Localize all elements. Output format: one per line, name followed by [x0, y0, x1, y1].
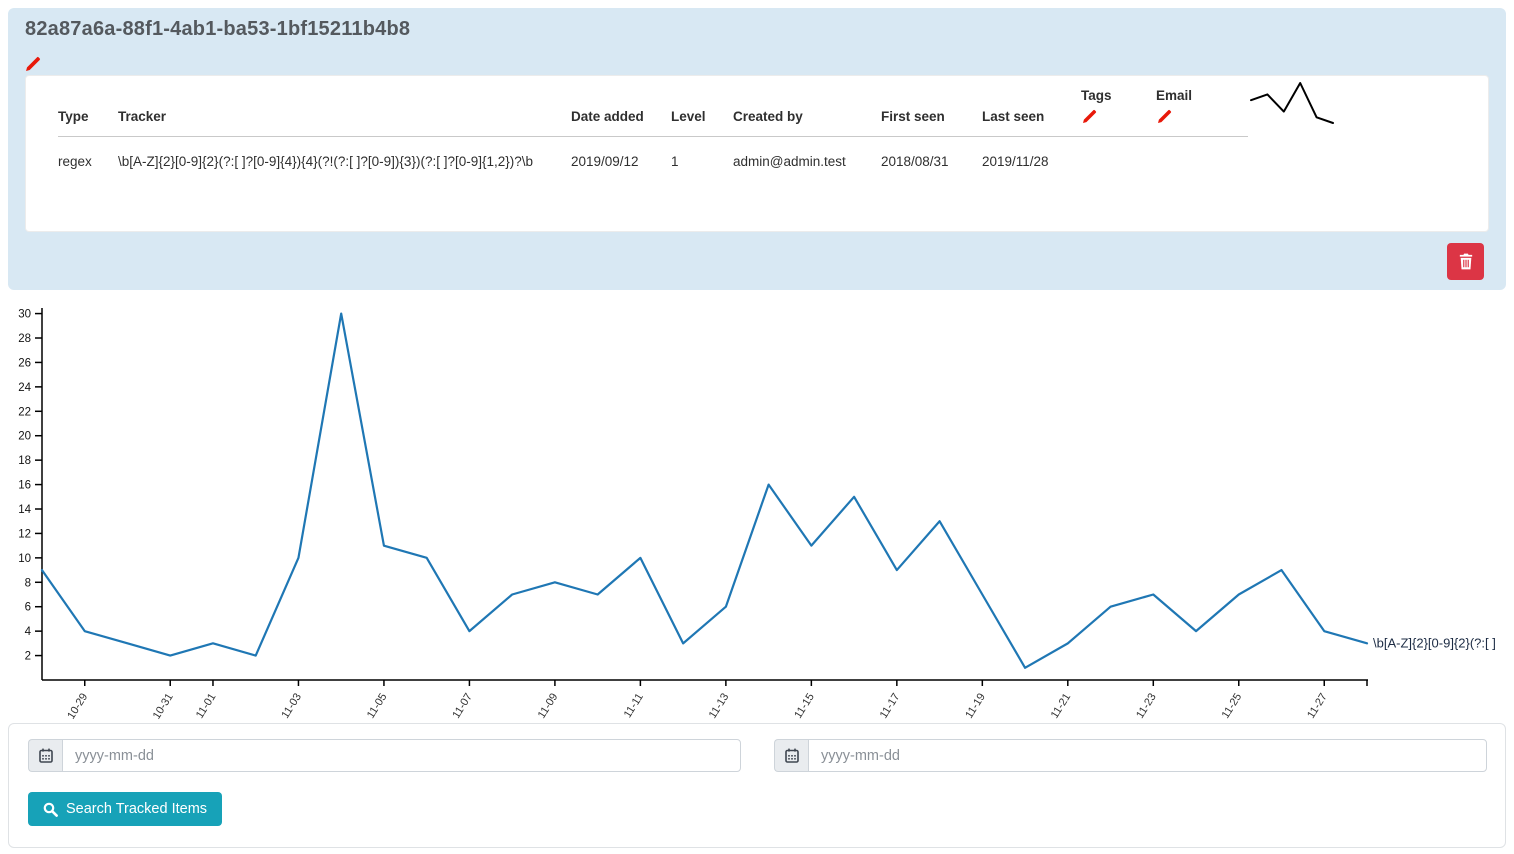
cell-last-seen: 2019/11/28: [982, 137, 1081, 174]
col-header-last-seen: Last seen: [982, 88, 1081, 137]
col-header-tags: Tags: [1081, 88, 1156, 137]
svg-text:10-31: 10-31: [151, 691, 176, 721]
svg-text:26: 26: [18, 357, 31, 369]
svg-text:16: 16: [18, 480, 31, 492]
svg-text:10-29: 10-29: [65, 691, 90, 721]
pencil-icon: [1157, 108, 1173, 124]
svg-text:14: 14: [18, 504, 31, 516]
table-header-row: Type Tracker Date added Level Created by…: [58, 88, 1248, 137]
svg-text:2: 2: [25, 651, 31, 663]
col-header-created-by: Created by: [733, 88, 881, 137]
col-header-email: Email: [1156, 88, 1248, 137]
col-header-first-seen: First seen: [881, 88, 982, 137]
trash-icon: [1458, 253, 1474, 270]
email-label: Email: [1156, 88, 1240, 103]
date-to-input[interactable]: [808, 739, 1487, 772]
tracker-table: Type Tracker Date added Level Created by…: [58, 88, 1248, 173]
svg-text:11-09: 11-09: [536, 691, 561, 721]
delete-tracker-button[interactable]: [1447, 243, 1484, 280]
svg-text:11-07: 11-07: [450, 691, 475, 721]
svg-text:22: 22: [18, 406, 31, 418]
calendar-icon: [774, 739, 808, 772]
svg-text:11-19: 11-19: [963, 691, 988, 721]
svg-text:11-21: 11-21: [1049, 691, 1074, 721]
edit-tags-button[interactable]: [1081, 108, 1098, 125]
svg-text:11-27: 11-27: [1305, 691, 1330, 721]
svg-text:28: 28: [18, 333, 31, 345]
col-header-date-added: Date added: [571, 88, 671, 137]
search-tracked-items-button[interactable]: Search Tracked Items: [28, 792, 222, 826]
search-icon: [43, 802, 58, 817]
cell-email: [1156, 137, 1248, 174]
tracker-summary-panel: 82a87a6a-88f1-4ab1-ba53-1bf15211b4b8 Typ…: [8, 8, 1506, 290]
cell-created-by: admin@admin.test: [733, 137, 881, 174]
svg-text:18: 18: [18, 455, 31, 467]
cell-first-seen: 2018/08/31: [881, 137, 982, 174]
svg-text:30: 30: [18, 309, 31, 321]
svg-text:11-13: 11-13: [707, 691, 732, 721]
page-title: 82a87a6a-88f1-4ab1-ba53-1bf15211b4b8: [25, 18, 410, 41]
cell-tags: [1081, 137, 1156, 174]
table-row: regex \b[A-Z]{2}[0-9]{2}(?:[ ]?[0-9]{4})…: [58, 137, 1248, 174]
svg-text:11-17: 11-17: [878, 691, 903, 721]
date-from-group: [28, 739, 741, 772]
edit-email-button[interactable]: [1156, 108, 1173, 125]
activity-sparkline: [1246, 77, 1341, 127]
svg-text:24: 24: [18, 382, 31, 394]
col-header-level: Level: [671, 88, 733, 137]
svg-text:11-23: 11-23: [1134, 691, 1159, 721]
tracked-items-chart-svg: 2468101214161820222426283010-2910-3111-0…: [0, 298, 1514, 722]
date-to-group: [774, 739, 1487, 772]
calendar-icon: [28, 739, 62, 772]
cell-tracker: \b[A-Z]{2}[0-9]{2}(?:[ ]?[0-9]{4}){4}(?!…: [118, 137, 571, 174]
svg-text:4: 4: [25, 626, 32, 638]
svg-text:\b[A-Z]{2}[0-9]{2}(?:[ ]: \b[A-Z]{2}[0-9]{2}(?:[ ]: [1373, 635, 1496, 650]
search-button-label: Search Tracked Items: [66, 801, 207, 817]
cell-date-added: 2019/09/12: [571, 137, 671, 174]
edit-title-button[interactable]: [24, 55, 42, 73]
tracker-card: Type Tracker Date added Level Created by…: [25, 75, 1489, 232]
svg-text:11-11: 11-11: [622, 691, 646, 720]
svg-text:12: 12: [18, 528, 31, 540]
svg-text:8: 8: [25, 577, 31, 589]
pencil-icon: [25, 55, 42, 72]
col-header-tracker: Tracker: [118, 88, 571, 137]
svg-text:20: 20: [18, 431, 31, 443]
pencil-icon: [1082, 108, 1098, 124]
search-panel: Search Tracked Items: [8, 723, 1506, 848]
tags-label: Tags: [1081, 88, 1148, 103]
svg-text:6: 6: [25, 602, 31, 614]
tracked-items-chart: 2468101214161820222426283010-2910-3111-0…: [0, 298, 1514, 722]
col-header-type: Type: [58, 88, 118, 137]
svg-text:11-05: 11-05: [365, 691, 390, 721]
cell-type: regex: [58, 137, 118, 174]
svg-text:11-25: 11-25: [1220, 691, 1245, 721]
svg-text:11-15: 11-15: [792, 691, 817, 721]
svg-text:10: 10: [18, 553, 31, 565]
svg-text:11-01: 11-01: [194, 691, 219, 721]
cell-level: 1: [671, 137, 733, 174]
date-from-input[interactable]: [62, 739, 741, 772]
svg-text:11-03: 11-03: [279, 691, 304, 721]
